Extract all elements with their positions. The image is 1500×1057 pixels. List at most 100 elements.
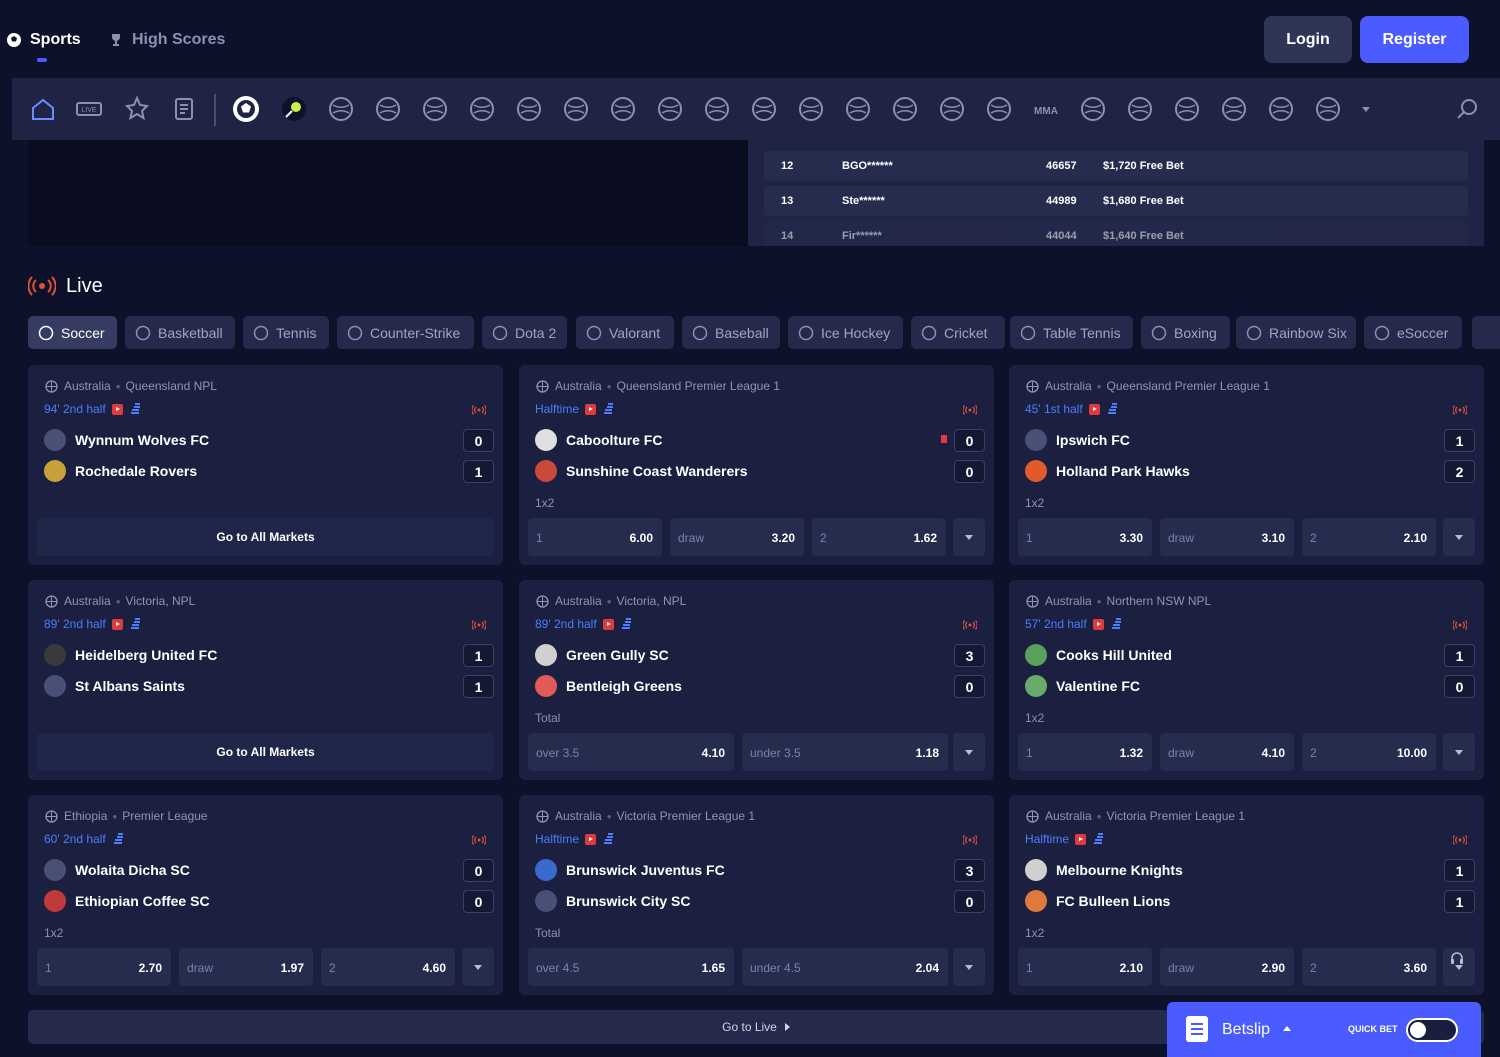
chip-ice-hockey[interactable]: Ice Hockey [788, 316, 903, 349]
odds-button[interactable]: 2 2.10 [1302, 518, 1436, 556]
soccer-icon[interactable] [232, 95, 260, 123]
betslip-panel[interactable]: Betslip QUICK BET [1167, 1002, 1481, 1057]
league-of-legends-icon[interactable] [562, 95, 590, 123]
efootball-icon[interactable] [1267, 95, 1295, 123]
basketball-icon[interactable] [374, 95, 402, 123]
more-markets-button[interactable] [953, 948, 985, 986]
nav-high-scores[interactable]: High Scores [108, 30, 225, 50]
betslip-history-icon[interactable] [170, 95, 198, 123]
chip-rainbow-six[interactable]: Rainbow Six [1236, 316, 1356, 349]
chip-tennis[interactable]: Tennis [243, 316, 329, 349]
stats-icon[interactable] [602, 833, 614, 845]
stats-icon[interactable] [1106, 403, 1118, 415]
odds-button[interactable]: under 3.5 1.18 [742, 733, 948, 771]
chip-table-tennis[interactable]: Table Tennis [1010, 316, 1133, 349]
boxing-icon[interactable] [844, 95, 872, 123]
odds-button[interactable]: 2 3.60 [1302, 948, 1436, 986]
chip-counter-strike[interactable]: Counter-Strike [337, 316, 474, 349]
esoccer-icon[interactable] [1173, 95, 1201, 123]
more-sports-dropdown-icon[interactable] [1352, 95, 1380, 123]
basketball-ball-icon[interactable] [327, 95, 355, 123]
odds-button[interactable]: 2 1.62 [812, 518, 946, 556]
go-to-all-markets-button[interactable]: Go to All Markets [37, 733, 494, 771]
ice-hockey-icon[interactable] [656, 95, 684, 123]
table-tennis-icon[interactable] [797, 95, 825, 123]
odds-button[interactable]: 1 1.32 [1018, 733, 1152, 771]
odds-button[interactable]: 1 2.70 [37, 948, 171, 986]
chip-cricket[interactable]: Cricket [911, 316, 1005, 349]
stats-icon[interactable] [1110, 618, 1122, 630]
more-markets-button[interactable] [953, 518, 985, 556]
sport-icon-bar: LIVE MMA [12, 78, 1500, 140]
stats-icon[interactable] [129, 618, 141, 630]
dota-2-icon[interactable] [515, 95, 543, 123]
mma-icon[interactable]: MMA [1032, 95, 1060, 123]
valorant-icon[interactable] [609, 95, 637, 123]
american-football-icon[interactable] [985, 95, 1013, 123]
odds-button[interactable]: under 4.5 2.04 [742, 948, 948, 986]
odds-button[interactable]: 1 6.00 [528, 518, 662, 556]
badminton-icon[interactable] [938, 95, 966, 123]
odds-button[interactable]: draw 3.10 [1160, 518, 1294, 556]
rainbow-six-icon[interactable] [1126, 95, 1154, 123]
match-card[interactable]: Australia ● Victoria Premier League 1 Halft… [519, 795, 994, 995]
ebasketball-icon[interactable] [1220, 95, 1248, 123]
stats-icon[interactable] [112, 833, 124, 845]
stats-icon[interactable] [129, 403, 141, 415]
match-card[interactable]: Ethiopia ● Premier League 60' 2nd half Wolai… [28, 795, 503, 995]
chip-boxing[interactable]: Boxing [1141, 316, 1230, 349]
login-button[interactable]: Login [1264, 16, 1352, 63]
country: Australia [555, 379, 602, 393]
baseball-icon[interactable] [703, 95, 731, 123]
ehockey-icon[interactable] [1314, 95, 1342, 123]
match-card[interactable]: Australia ● Queensland Premier League 1 Hal… [519, 365, 994, 565]
odds-button[interactable]: draw 3.20 [670, 518, 804, 556]
more-markets-button[interactable] [1443, 733, 1475, 771]
more-markets-button[interactable] [462, 948, 494, 986]
more-markets-button[interactable] [953, 733, 985, 771]
tennis-racket-icon[interactable] [421, 95, 449, 123]
match-card[interactable]: Australia ● Victoria, NPL 89' 2nd half Green… [519, 580, 994, 780]
live-signal-icon [963, 405, 977, 415]
home-icon[interactable] [29, 95, 57, 123]
darts-icon[interactable] [891, 95, 919, 123]
chip-basketball[interactable]: Basketball [125, 316, 235, 349]
odds-button[interactable]: over 3.5 4.10 [528, 733, 734, 771]
search-icon[interactable] [1454, 95, 1482, 123]
stats-icon[interactable] [1092, 833, 1104, 845]
register-button[interactable]: Register [1360, 16, 1469, 63]
odds-button[interactable]: 1 3.30 [1018, 518, 1152, 556]
odds-button[interactable]: draw 1.97 [179, 948, 313, 986]
odds-button[interactable]: 2 10.00 [1302, 733, 1436, 771]
match-card[interactable]: Australia ● Northern NSW NPL 57' 2nd half Co… [1009, 580, 1484, 780]
stats-icon[interactable] [602, 403, 614, 415]
live-icon[interactable]: LIVE [75, 95, 103, 123]
match-card[interactable]: Australia ● Victoria Premier League 1 Halft… [1009, 795, 1484, 995]
favorites-icon[interactable] [123, 95, 151, 123]
chip-dota-2[interactable]: Dota 2 [482, 316, 567, 349]
go-to-all-markets-button[interactable]: Go to All Markets [37, 518, 494, 556]
match-card[interactable]: Australia ● Victoria, NPL 89' 2nd half Heide… [28, 580, 503, 780]
team-row: FC Bulleen Lions [1025, 889, 1170, 913]
chip-esoccer[interactable]: eSoccer [1364, 316, 1462, 349]
nav-sports[interactable]: Sports [6, 30, 81, 50]
more-markets-button[interactable] [1443, 518, 1475, 556]
volleyball-icon[interactable] [1079, 95, 1107, 123]
odds-button[interactable]: 1 2.10 [1018, 948, 1152, 986]
match-card[interactable]: Australia ● Queensland NPL 94' 2nd half Wynn… [28, 365, 503, 565]
odds-button[interactable]: draw 4.10 [1160, 733, 1294, 771]
stats-icon[interactable] [620, 618, 632, 630]
odds-button[interactable]: over 4.5 1.65 [528, 948, 734, 986]
match-card[interactable]: Australia ● Queensland Premier League 1 45'… [1009, 365, 1484, 565]
odds-button[interactable]: draw 2.90 [1160, 948, 1294, 986]
counter-strike-icon[interactable] [468, 95, 496, 123]
chip-soccer[interactable]: Soccer [28, 316, 117, 349]
quick-bet-toggle[interactable] [1406, 1018, 1458, 1042]
headset-icon[interactable] [1450, 951, 1464, 965]
chip-baseball[interactable]: Baseball [682, 316, 780, 349]
cricket-icon[interactable] [750, 95, 778, 123]
tennis-icon[interactable] [280, 95, 308, 123]
odds-button[interactable]: 2 4.60 [321, 948, 455, 986]
chip-valorant[interactable]: Valorant [576, 316, 674, 349]
boxing-icon [1151, 325, 1167, 340]
